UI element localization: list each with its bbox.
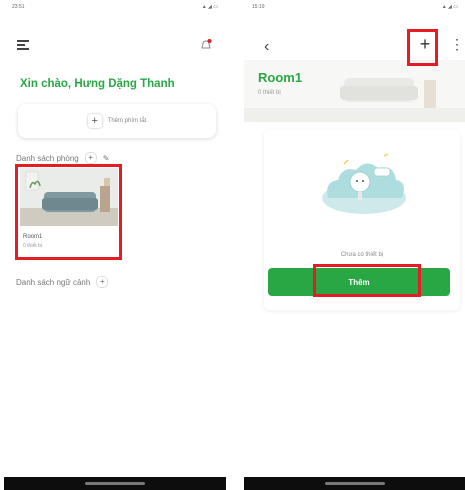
plus-icon: +	[87, 114, 102, 128]
add-device-button-label: Thêm	[348, 277, 370, 287]
scenes-section-title: Danh sách ngữ cảnh	[16, 277, 91, 287]
no-device-text: Chưa có thiết bị	[340, 252, 384, 258]
room-name: Room1	[23, 234, 43, 240]
room-thumbnail	[20, 168, 118, 226]
room-title: Room1	[258, 70, 303, 85]
status-icons: ▲ ◢ ▭	[441, 4, 458, 10]
scenes-section-header: Danh sách ngữ cảnh +	[16, 276, 109, 288]
rooms-section-header: Danh sách phòng + ✎	[16, 152, 109, 164]
status-time: 15:19	[252, 4, 265, 10]
pencil-icon[interactable]: ✎	[103, 154, 110, 163]
status-bar: 23:51 ▲ ◢ ▭	[4, 0, 226, 14]
home-indicator[interactable]	[325, 482, 385, 485]
add-shortcut-label: Thêm phím tắt	[107, 118, 147, 124]
greeting-text: Xin chào, Hưng Dặng Thanh	[20, 78, 175, 90]
room-subtitle: 0 thiết bị	[258, 90, 281, 96]
more-icon[interactable]: ⋮	[450, 36, 464, 53]
rooms-section-title: Danh sách phòng	[16, 153, 79, 163]
add-shortcut-card[interactable]: + Thêm phím tắt	[18, 104, 216, 138]
room-card[interactable]: Room1 0 thiết bị	[20, 168, 118, 256]
nav-bar	[244, 477, 465, 490]
status-icons: ▲ ◢ ▭	[201, 4, 218, 10]
home-screen: 23:51 ▲ ◢ ▭ Xin chào, Hưng Dặng Thanh + …	[4, 0, 226, 490]
plus-icon[interactable]: +	[414, 33, 436, 57]
status-time: 23:51	[12, 4, 25, 10]
hamburger-icon[interactable]	[17, 40, 29, 50]
add-device-button[interactable]: Thêm	[268, 268, 450, 296]
bell-icon[interactable]	[199, 38, 213, 52]
empty-state-card: Chưa có thiết bị Thêm	[264, 130, 460, 310]
status-bar: 15:19 ▲ ◢ ▭	[244, 0, 465, 14]
back-icon[interactable]: ‹	[264, 38, 269, 56]
room-device-count: 0 thiết bị	[23, 243, 42, 249]
home-indicator[interactable]	[85, 482, 145, 485]
add-room-icon[interactable]: +	[84, 152, 97, 164]
room-detail-screen: 15:19 ▲ ◢ ▭ ‹ + ⋮ Room1 0 thiết bị Chưa …	[244, 0, 465, 490]
add-scene-icon[interactable]: +	[96, 276, 109, 288]
nav-bar	[4, 477, 226, 490]
empty-state-illustration	[322, 153, 406, 214]
